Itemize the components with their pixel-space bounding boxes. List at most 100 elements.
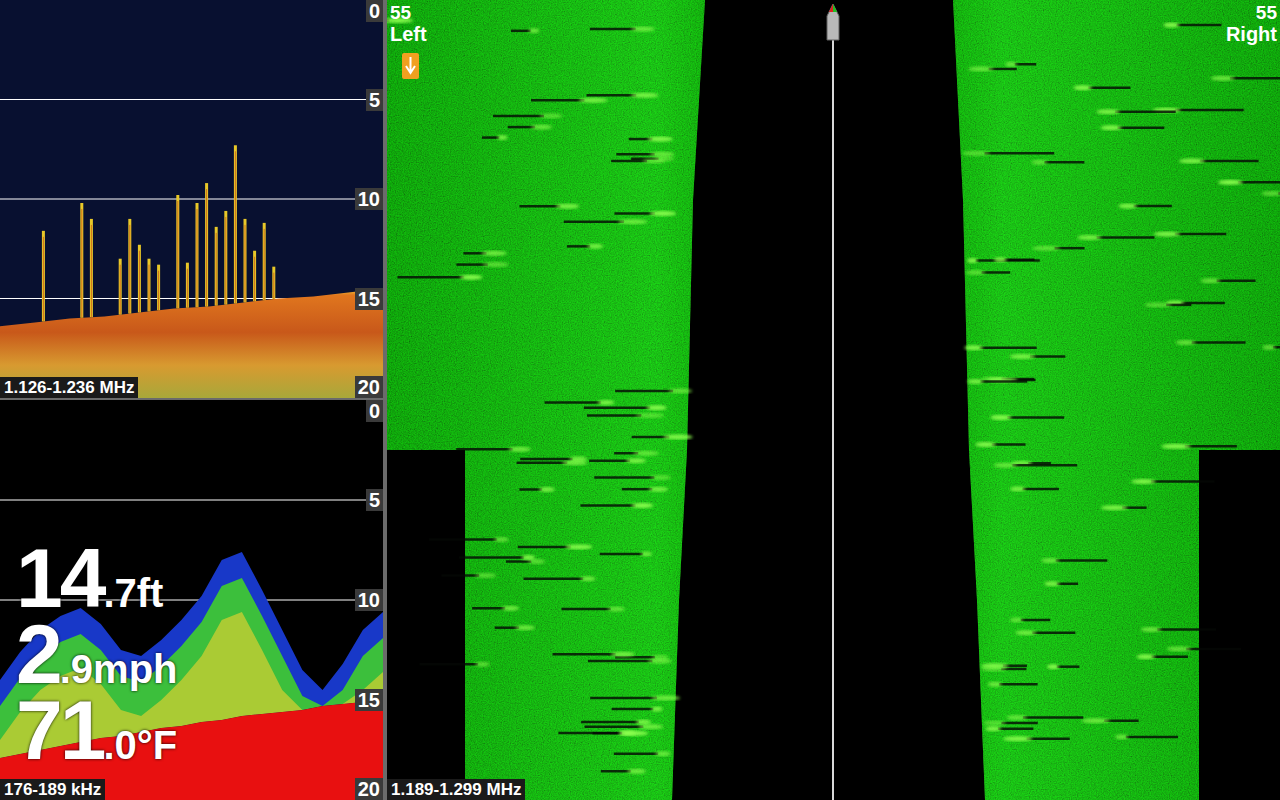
sonar-return [397, 275, 482, 280]
sonar-return [1218, 180, 1280, 185]
weed [273, 267, 274, 299]
sonar-return [456, 262, 508, 267]
sonar-return [482, 135, 507, 140]
sonar-return [601, 769, 646, 774]
sonar-return [463, 251, 506, 256]
sonar-return [964, 345, 1036, 350]
sonar-return [589, 458, 646, 463]
depth-label: 0 [366, 0, 383, 22]
sonar-return [1041, 558, 1107, 563]
sonar-return [1131, 479, 1214, 484]
sonar-return [518, 544, 592, 549]
depth-label: 5 [366, 489, 383, 511]
sonar-return [558, 730, 635, 735]
sonar-return [1118, 204, 1171, 209]
sonar-return [1015, 630, 1075, 635]
sonar-return [1262, 191, 1280, 196]
sonar-return [600, 551, 652, 556]
depth-line [0, 500, 383, 501]
sonar-return [590, 27, 655, 32]
sonar-return [1101, 125, 1165, 130]
sonar-return [1145, 302, 1192, 307]
sonar-return [585, 724, 664, 729]
down-arrow-icon [402, 53, 419, 79]
sonar-return [1010, 617, 1050, 622]
weed [91, 219, 92, 317]
sonar-return [990, 415, 1064, 420]
sonar-return [632, 434, 693, 439]
sonar-return [967, 258, 1040, 263]
weed [139, 245, 140, 313]
weed [197, 203, 198, 307]
fishfinder-screen: 051015201.126-1.236 MHz0510152014.7ft2.9… [0, 0, 1280, 800]
sonar-return [1096, 109, 1175, 114]
down-imaging-chart [0, 0, 383, 398]
sonar-return [994, 257, 1035, 262]
sonar-return [581, 720, 651, 725]
sonar-return [1167, 646, 1241, 651]
readouts: 14.7ft2.9mph71.0°F [16, 540, 178, 768]
frequency-label: 1.189-1.299 MHz [387, 779, 525, 800]
sonar-return [1077, 235, 1154, 240]
boat-icon [827, 4, 839, 40]
center-line [832, 30, 834, 800]
sonar-return [429, 537, 509, 542]
weed [264, 223, 265, 300]
sonar-return [562, 607, 625, 612]
depth-label: 15 [355, 689, 383, 711]
sonar-return [456, 447, 531, 452]
sonar-return [983, 721, 1037, 726]
sonar-return [1161, 444, 1237, 449]
weed [149, 259, 150, 312]
sonar-return [614, 211, 676, 216]
sonar-return [1154, 232, 1226, 237]
readout: 2.9mph [16, 616, 178, 692]
sonar-return [994, 463, 1078, 468]
weed [216, 227, 217, 306]
sonar-return [1003, 736, 1070, 741]
depth-line [0, 199, 383, 200]
sonar-return [519, 204, 579, 209]
sonar-return [963, 151, 1055, 156]
sonar-return [629, 137, 673, 142]
depth-label: 20 [355, 778, 383, 800]
sonar-return [1032, 246, 1084, 251]
sonar-return [590, 695, 680, 700]
sonar-return [531, 98, 608, 103]
weed [129, 219, 130, 314]
sonar-return [611, 158, 665, 163]
sonar-return [1010, 354, 1066, 359]
sonar-return [1082, 718, 1139, 723]
sonar-return [967, 379, 1027, 384]
sonar-return [1137, 654, 1188, 659]
sonar-return [580, 503, 653, 508]
side-imaging-panel: 55Left55Right1.189-1.299 MHz [387, 0, 1280, 800]
weed [206, 183, 207, 307]
weed [177, 195, 178, 308]
sonar-return [968, 66, 1016, 71]
sonar-return [622, 487, 668, 492]
sonar-return [985, 726, 1033, 731]
sonar-return [519, 487, 554, 492]
sonar-return [966, 270, 1010, 275]
sonar-return [493, 113, 563, 118]
weed [187, 263, 188, 308]
depth-line [0, 99, 383, 100]
weed [225, 211, 226, 305]
readout: 14.7ft [16, 540, 178, 616]
weed [158, 265, 159, 311]
sonar-return [1032, 160, 1085, 165]
sonar-return [975, 442, 1025, 447]
weed [43, 231, 44, 322]
sonar-return [612, 707, 663, 712]
sonar-return [1179, 158, 1259, 163]
sonar-return [988, 682, 1038, 687]
sonar-return [1101, 505, 1147, 510]
weed [81, 203, 82, 318]
sonar-return [981, 663, 1027, 668]
sonar-return [1211, 76, 1280, 81]
sonar-return [594, 475, 671, 480]
sonar-return [587, 413, 664, 418]
sonar-return [544, 400, 614, 405]
sonar-return [588, 659, 672, 664]
